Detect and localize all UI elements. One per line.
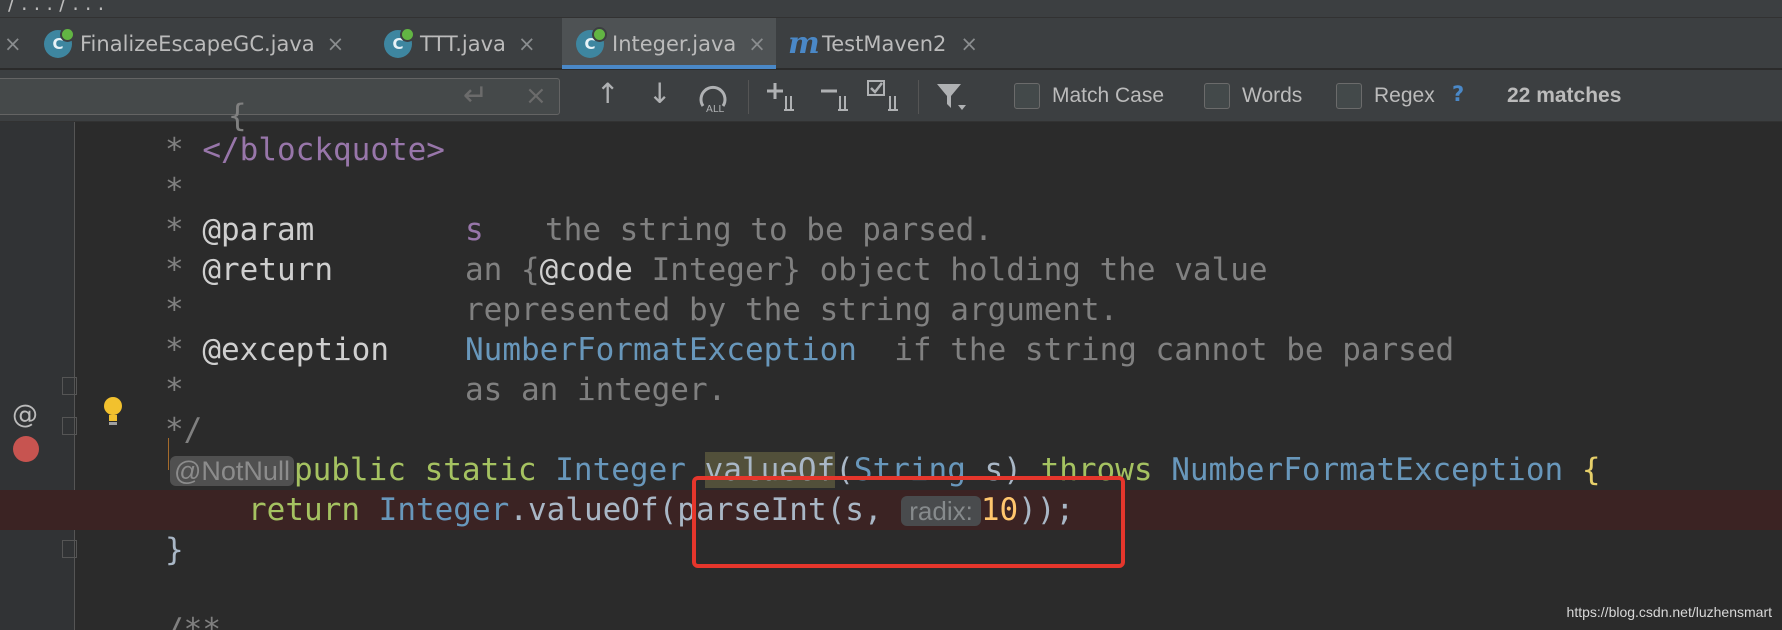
code-line: * as an integer. [165,372,727,408]
tab-label: FinalizeEscapeGC.java [80,31,315,56]
tab-integer[interactable]: C Integer.java × [562,18,776,69]
code-line: */ [165,412,203,448]
breakpoint-icon[interactable] [13,436,39,462]
breadcrumb-bar: / . . . / . . . [0,0,1782,18]
highlight-callout [692,476,1125,568]
lightbulb-icon[interactable] [102,396,124,426]
close-icon[interactable]: × [518,32,536,56]
tab-finalize-escape-gc[interactable]: C FinalizeEscapeGC.java × [44,18,360,69]
tab-label: TTT.java [420,31,506,56]
tab-label: TestMaven2 [822,31,947,56]
java-class-icon: C [384,26,415,58]
code-line: * [165,172,184,208]
code-line: * @exception NumberFormatException if the… [165,332,1455,368]
override-marker-icon[interactable]: @ [12,400,38,430]
tab-testmaven2[interactable]: m TestMaven2 × [788,18,998,69]
java-class-icon: C [44,26,75,58]
editor-tab-bar: × C FinalizeEscapeGC.java × C TTT.java ×… [0,18,1782,69]
close-icon[interactable]: × [327,32,345,56]
code-line: /** [165,612,221,630]
tab-label: Integer.java [612,31,737,56]
fold-marker-icon[interactable] [62,540,77,558]
tab-ttt[interactable]: C TTT.java × [372,18,562,69]
notnull-annotation: @NotNull [170,456,294,486]
java-class-icon: C [576,26,607,58]
code-line: * @param s the string to be parsed. [165,212,993,248]
maven-icon: m [788,26,820,61]
fold-marker-icon[interactable] [62,377,77,395]
code-line: * @return an {@code Integer} object holdi… [165,252,1268,288]
indent-guide [168,438,169,470]
close-icon[interactable]: × [4,32,22,56]
code-line: * represented by the string argument. [165,292,1119,328]
tab-partial[interactable]: × [0,18,30,69]
watermark: https://blog.csdn.net/luzhensmart [1566,604,1772,620]
breadcrumb[interactable]: / . . . / . . . [8,0,104,15]
fold-marker-icon[interactable] [62,417,77,435]
code-line: * </blockquote> [165,132,445,168]
close-icon[interactable]: × [748,32,766,56]
close-icon[interactable]: × [960,32,978,56]
